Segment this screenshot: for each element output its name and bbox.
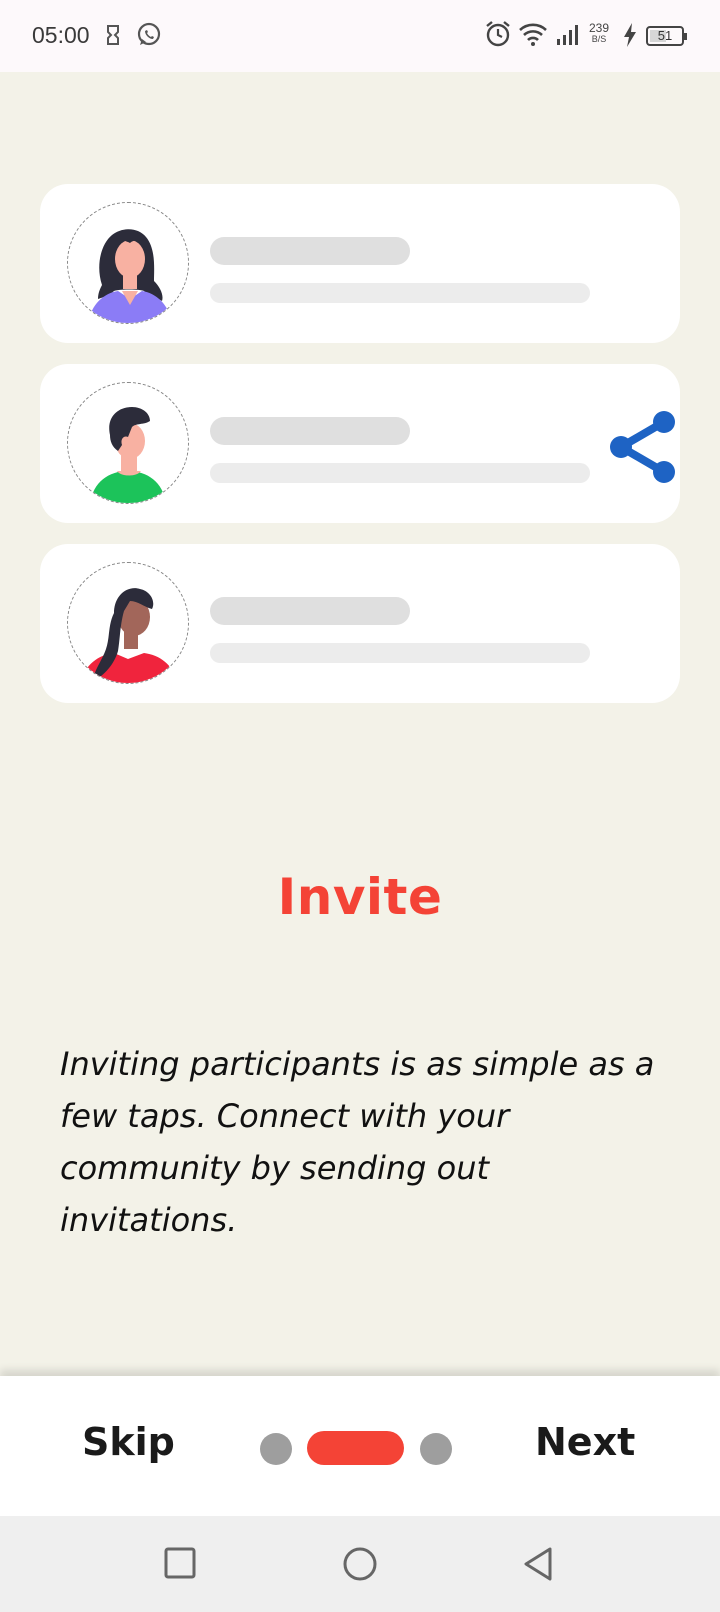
battery-level: 51 <box>657 28 673 43</box>
name-placeholder <box>210 237 410 265</box>
page-indicator-dot-1 <box>260 1433 292 1465</box>
woman-avatar-icon <box>67 562 189 684</box>
invite-card-1 <box>40 184 680 343</box>
status-time: 05:00 <box>32 22 90 48</box>
share-icon[interactable] <box>607 410 677 488</box>
wifi-icon <box>518 22 548 50</box>
name-placeholder <box>210 417 410 445</box>
status-bar: 05:00 239 B/S 51 <box>0 0 720 72</box>
back-icon[interactable] <box>521 1546 555 1586</box>
network-speed-value: 239 <box>589 21 610 35</box>
detail-placeholder <box>210 643 590 663</box>
man-avatar-icon <box>67 382 189 504</box>
alarm-icon <box>485 20 511 52</box>
signal-icon <box>556 24 580 50</box>
page-indicator-active <box>307 1431 404 1465</box>
sim-manager-icon <box>104 24 122 50</box>
next-button[interactable]: Next <box>535 1420 635 1464</box>
home-icon[interactable] <box>342 1546 378 1586</box>
detail-placeholder <box>210 463 590 483</box>
page-description: Inviting participants is as simple as a … <box>60 1045 655 1239</box>
detail-placeholder <box>210 283 590 303</box>
invite-card-2 <box>40 364 680 523</box>
network-speed-unit: B/S <box>591 34 607 44</box>
name-placeholder <box>210 597 410 625</box>
page-title: Invite <box>277 868 443 926</box>
battery-icon: 51 <box>646 26 687 46</box>
page-indicator-dot-3 <box>420 1433 452 1465</box>
whatsapp-icon <box>136 22 162 52</box>
skip-button[interactable]: Skip <box>82 1420 175 1464</box>
woman-avatar-icon <box>67 202 189 324</box>
invite-card-3 <box>40 544 680 703</box>
charging-icon <box>622 22 638 52</box>
network-speed: 239 B/S <box>589 21 610 45</box>
recents-icon[interactable] <box>163 1546 197 1584</box>
onboarding-footer: Skip Next <box>0 1376 720 1516</box>
system-nav-bar <box>0 1516 720 1612</box>
